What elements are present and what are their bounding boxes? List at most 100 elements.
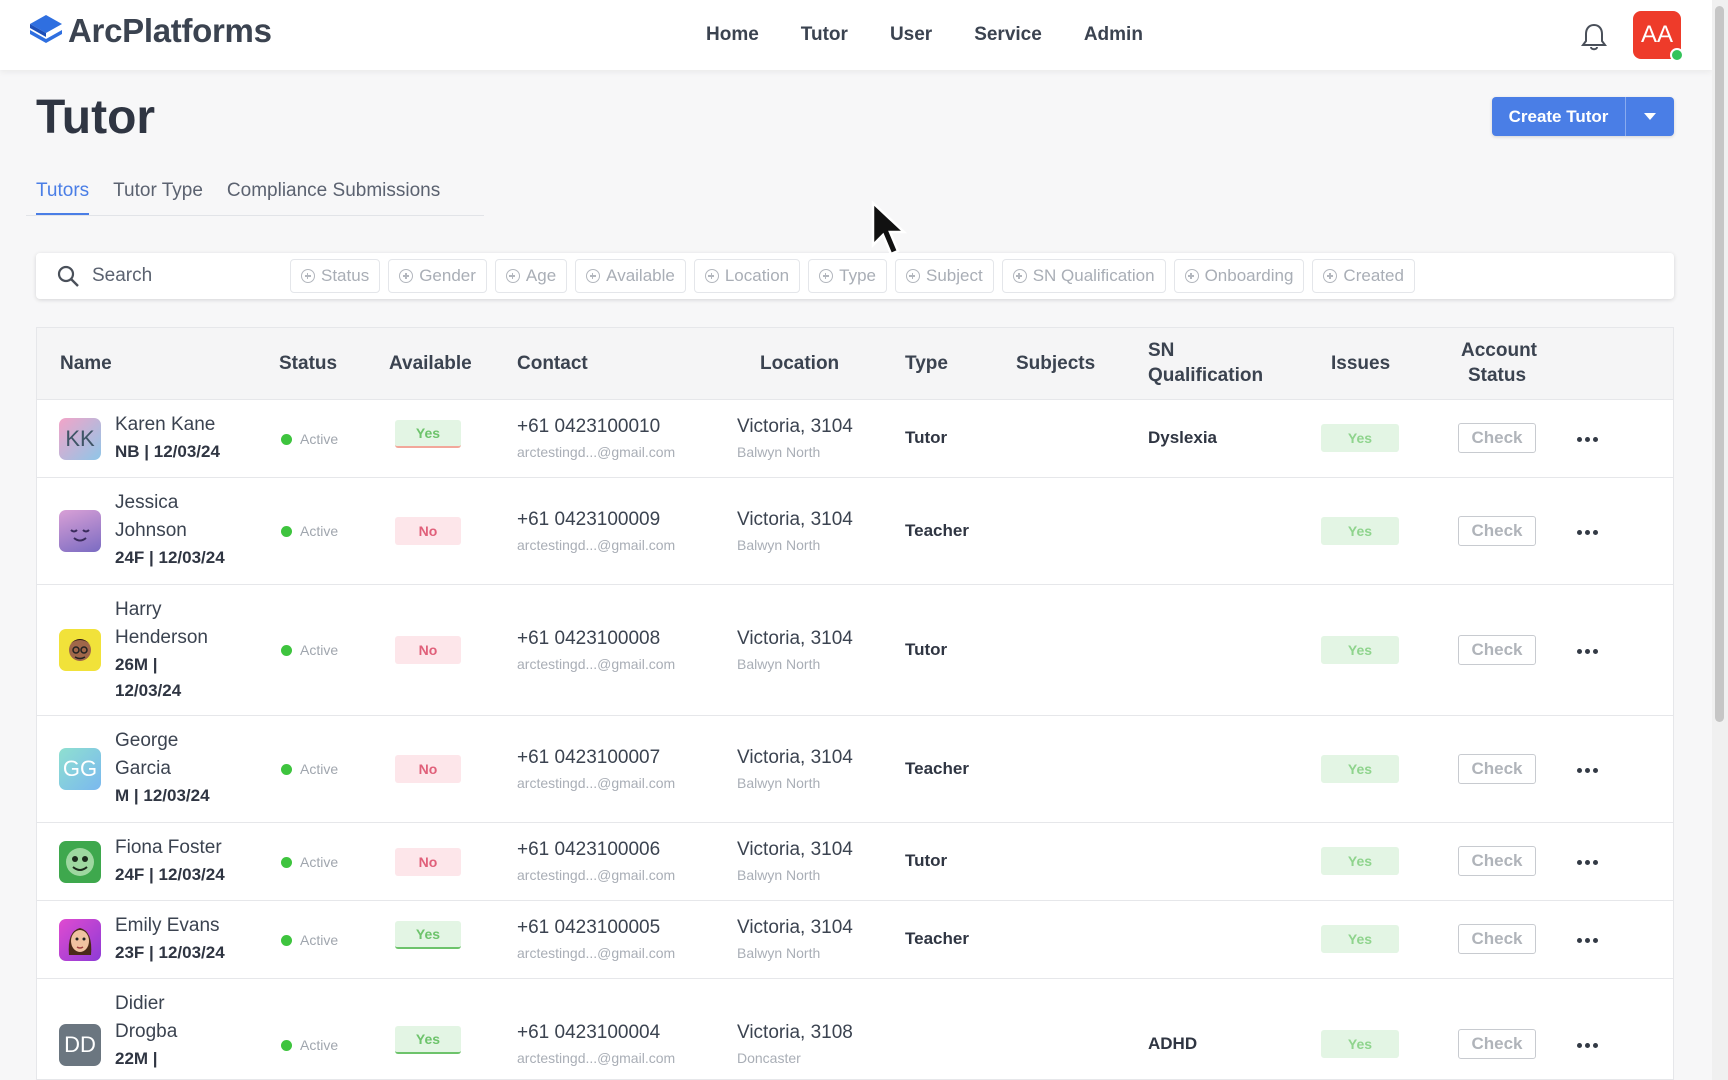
tutor-meta: 24F | 12/03/24 <box>115 548 225 567</box>
column-type[interactable]: Type <box>905 351 948 376</box>
column-status[interactable]: Status <box>279 351 337 376</box>
tab-tutors[interactable]: Tutors <box>36 176 90 215</box>
tutor-name[interactable]: Jessica Johnson 24F | 12/03/24 <box>115 489 225 571</box>
contact-email: arctestingd...@gmail.com <box>517 656 676 672</box>
filter-age[interactable]: Age <box>494 259 568 293</box>
contact-email: arctestingd...@gmail.com <box>517 1050 676 1066</box>
column-name[interactable]: Name <box>60 351 112 376</box>
tutor-meta: NB | 12/03/24 <box>115 442 220 461</box>
nav-service[interactable]: Service <box>974 24 1042 46</box>
issues-badge: Yes <box>1321 925 1399 953</box>
nav-home[interactable]: Home <box>706 24 759 46</box>
tutor-type: Teacher <box>905 521 969 540</box>
tab-tutor-type[interactable]: Tutor Type <box>113 176 203 215</box>
column-available[interactable]: Available <box>389 351 472 376</box>
contact-email: arctestingd...@gmail.com <box>517 444 676 460</box>
table-row[interactable]: Fiona Foster 24F | 12/03/24 Active No +6… <box>37 823 1673 901</box>
location-suburb: Balwyn North <box>737 444 821 460</box>
issues-badge: Yes <box>1321 755 1399 783</box>
mouse-cursor-icon <box>871 200 908 256</box>
brand-logo[interactable]: ArcPlatforms <box>28 12 272 50</box>
logo-icon <box>30 15 62 43</box>
check-button[interactable]: Check <box>1458 516 1536 546</box>
check-button[interactable]: Check <box>1458 1029 1536 1059</box>
bell-icon[interactable] <box>1580 22 1608 52</box>
brand-name: ArcPlatforms <box>68 12 272 49</box>
create-options-button[interactable] <box>1626 97 1674 136</box>
contact-phone: +61 0423100004 <box>517 1022 661 1043</box>
avatar-face-icon <box>69 639 91 661</box>
contact-phone: +61 0423100008 <box>517 628 661 649</box>
table-row[interactable]: DD Didier Drogba 22M | Active Yes +61 04… <box>37 979 1673 1079</box>
column-location[interactable]: Location <box>760 351 839 376</box>
location-state: Victoria, 3104 <box>737 416 853 437</box>
column-sn-qualification[interactable]: SN Qualification <box>1148 338 1263 388</box>
plus-circle-icon <box>819 269 834 283</box>
nav-admin[interactable]: Admin <box>1084 24 1143 46</box>
tutor-name[interactable]: Harry Henderson 26M | 12/03/24 <box>115 596 208 704</box>
column-subjects[interactable]: Subjects <box>1016 351 1095 376</box>
check-button[interactable]: Check <box>1458 846 1536 876</box>
table-row[interactable]: KK Karen Kane NB | 12/03/24 Active Yes +… <box>37 400 1673 478</box>
more-horizontal-icon[interactable] <box>1577 646 1603 656</box>
tutor-name[interactable]: Emily Evans 23F | 12/03/24 <box>115 912 225 966</box>
table-row[interactable]: Harry Henderson 26M | 12/03/24 Active No… <box>37 585 1673 716</box>
active-dot <box>281 1039 292 1051</box>
sn-qualification: Dyslexia <box>1148 428 1217 447</box>
page-title: Tutor <box>36 91 156 144</box>
column-contact[interactable]: Contact <box>517 351 588 376</box>
table-row[interactable]: Jessica Johnson 24F | 12/03/24 Active No… <box>37 478 1673 585</box>
more-horizontal-icon[interactable] <box>1577 1040 1603 1050</box>
avatar <box>59 919 101 961</box>
tutor-type: Tutor <box>905 851 948 870</box>
available-badge: Yes <box>395 1026 461 1054</box>
more-horizontal-icon[interactable] <box>1577 434 1603 444</box>
filter-type[interactable]: Type <box>808 259 887 293</box>
filter-created[interactable]: Created <box>1312 259 1415 293</box>
create-tutor-button[interactable]: Create Tutor <box>1492 97 1626 136</box>
tutor-meta-date: 12/03/24 <box>115 681 182 700</box>
more-horizontal-icon[interactable] <box>1577 857 1603 867</box>
contact-phone: +61 0423100009 <box>517 509 661 530</box>
nav-user[interactable]: User <box>890 24 932 46</box>
column-account-status-label: Status <box>1467 365 1527 386</box>
avatar-face-icon <box>68 928 92 955</box>
tutor-name[interactable]: Karen Kane NB | 12/03/24 <box>115 411 220 465</box>
active-dot <box>281 763 292 775</box>
tutor-type: Teacher <box>905 759 969 778</box>
check-button[interactable]: Check <box>1458 423 1536 453</box>
nav-tutor[interactable]: Tutor <box>801 24 848 46</box>
filter-available[interactable]: Available <box>575 259 686 293</box>
more-horizontal-icon[interactable] <box>1577 765 1603 775</box>
table-row[interactable]: GG George Garcia M | 12/03/24 Active No … <box>37 716 1673 823</box>
plus-circle-icon <box>905 269 920 283</box>
location-suburb: Balwyn North <box>737 867 821 883</box>
check-button[interactable]: Check <box>1458 754 1536 784</box>
tutor-name[interactable]: Fiona Foster 24F | 12/03/24 <box>115 834 225 888</box>
issues-badge: Yes <box>1321 1030 1399 1058</box>
column-issues[interactable]: Issues <box>1331 351 1390 376</box>
tutor-type: Tutor <box>905 428 948 447</box>
filter-location[interactable]: Location <box>693 259 801 293</box>
filter-status[interactable]: Status <box>290 259 381 293</box>
tutor-name[interactable]: Didier Drogba 22M | <box>115 990 177 1072</box>
filter-gender[interactable]: Gender <box>388 259 487 293</box>
scrollbar-thumb[interactable] <box>1715 6 1724 722</box>
tutor-name[interactable]: George Garcia M | 12/03/24 <box>115 727 210 809</box>
available-badge: Yes <box>395 420 461 448</box>
search-input[interactable] <box>92 261 292 291</box>
issues-badge: Yes <box>1321 847 1399 875</box>
check-button[interactable]: Check <box>1458 924 1536 954</box>
filter-subject[interactable]: Subject <box>894 259 994 293</box>
more-horizontal-icon[interactable] <box>1577 935 1603 945</box>
check-button[interactable]: Check <box>1458 635 1536 665</box>
filter-onboarding[interactable]: Onboarding <box>1173 259 1305 293</box>
location-state: Victoria, 3108 <box>737 1022 853 1043</box>
table-row[interactable]: Emily Evans 23F | 12/03/24 Active Yes +6… <box>37 901 1673 979</box>
search-icon <box>57 265 79 287</box>
filter-sn-qualification[interactable]: SN Qualification <box>1001 259 1166 293</box>
tutor-meta: M | 12/03/24 <box>115 786 210 805</box>
more-horizontal-icon[interactable] <box>1577 527 1603 537</box>
column-account-status[interactable]: Account Status <box>1461 338 1537 388</box>
tab-compliance-submissions[interactable]: Compliance Submissions <box>227 176 440 215</box>
